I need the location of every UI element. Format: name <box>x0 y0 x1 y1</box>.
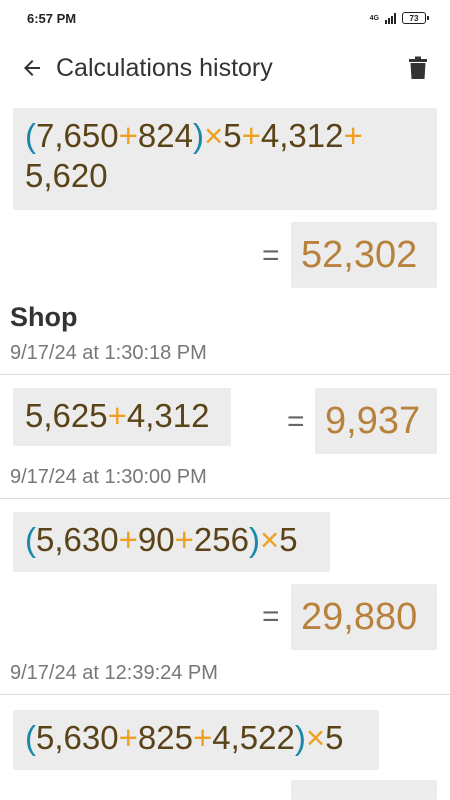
back-button[interactable] <box>20 56 44 80</box>
history-result[interactable]: 29,880 <box>291 584 437 650</box>
entry-timestamp: 9/17/24 at 12:39:24 PM <box>10 662 218 684</box>
divider <box>0 374 450 375</box>
entry-label: Shop <box>10 302 78 332</box>
battery-level: 73 <box>409 13 419 23</box>
history-result[interactable]: 9,937 <box>315 388 437 454</box>
trash-icon <box>409 56 427 79</box>
expression-text: (5,630+90+256)×5 <box>25 521 298 558</box>
network-type: 4G <box>369 14 379 22</box>
history-expression[interactable]: (7,650+824)×5+4,312+ 5,620 <box>13 108 437 210</box>
history-expression[interactable]: (5,630+90+256)×5 <box>13 512 330 572</box>
expression-text: (7,650+824)×5+4,312+ 5,620 <box>25 117 363 194</box>
entry-timestamp: 9/17/24 at 1:30:00 PM <box>10 466 207 488</box>
history-expression[interactable]: 5,625+4,312 <box>13 388 231 446</box>
expression-text: (5,630+825+4,522)×5 <box>25 719 344 756</box>
result-value: 52,302 <box>301 234 418 276</box>
app-bar: Calculations history <box>0 44 450 96</box>
result-value: 9,937 <box>325 400 421 442</box>
status-time: 6:57 PM <box>27 11 77 26</box>
equals-sign: = <box>287 405 305 438</box>
signal-icon <box>385 12 396 24</box>
divider <box>0 498 450 499</box>
equals-sign: = <box>262 239 280 272</box>
history-result[interactable]: 52,302 <box>291 222 437 288</box>
battery-icon: 73 <box>402 12 429 24</box>
entry-timestamp: 9/17/24 at 1:30:18 PM <box>10 342 207 364</box>
page-title: Calculations history <box>56 54 273 82</box>
delete-history-button[interactable] <box>408 56 428 80</box>
equals-sign: = <box>262 600 280 633</box>
status-bar: 6:57 PM 4G 73 <box>0 0 450 40</box>
history-result[interactable] <box>291 780 437 800</box>
expression-text: 5,625+4,312 <box>25 397 210 434</box>
arrow-left-icon <box>24 60 40 76</box>
result-value: 29,880 <box>301 596 418 638</box>
history-expression[interactable]: (5,630+825+4,522)×5 <box>13 710 379 770</box>
status-icons: 4G 73 <box>369 12 429 24</box>
divider <box>0 694 450 695</box>
